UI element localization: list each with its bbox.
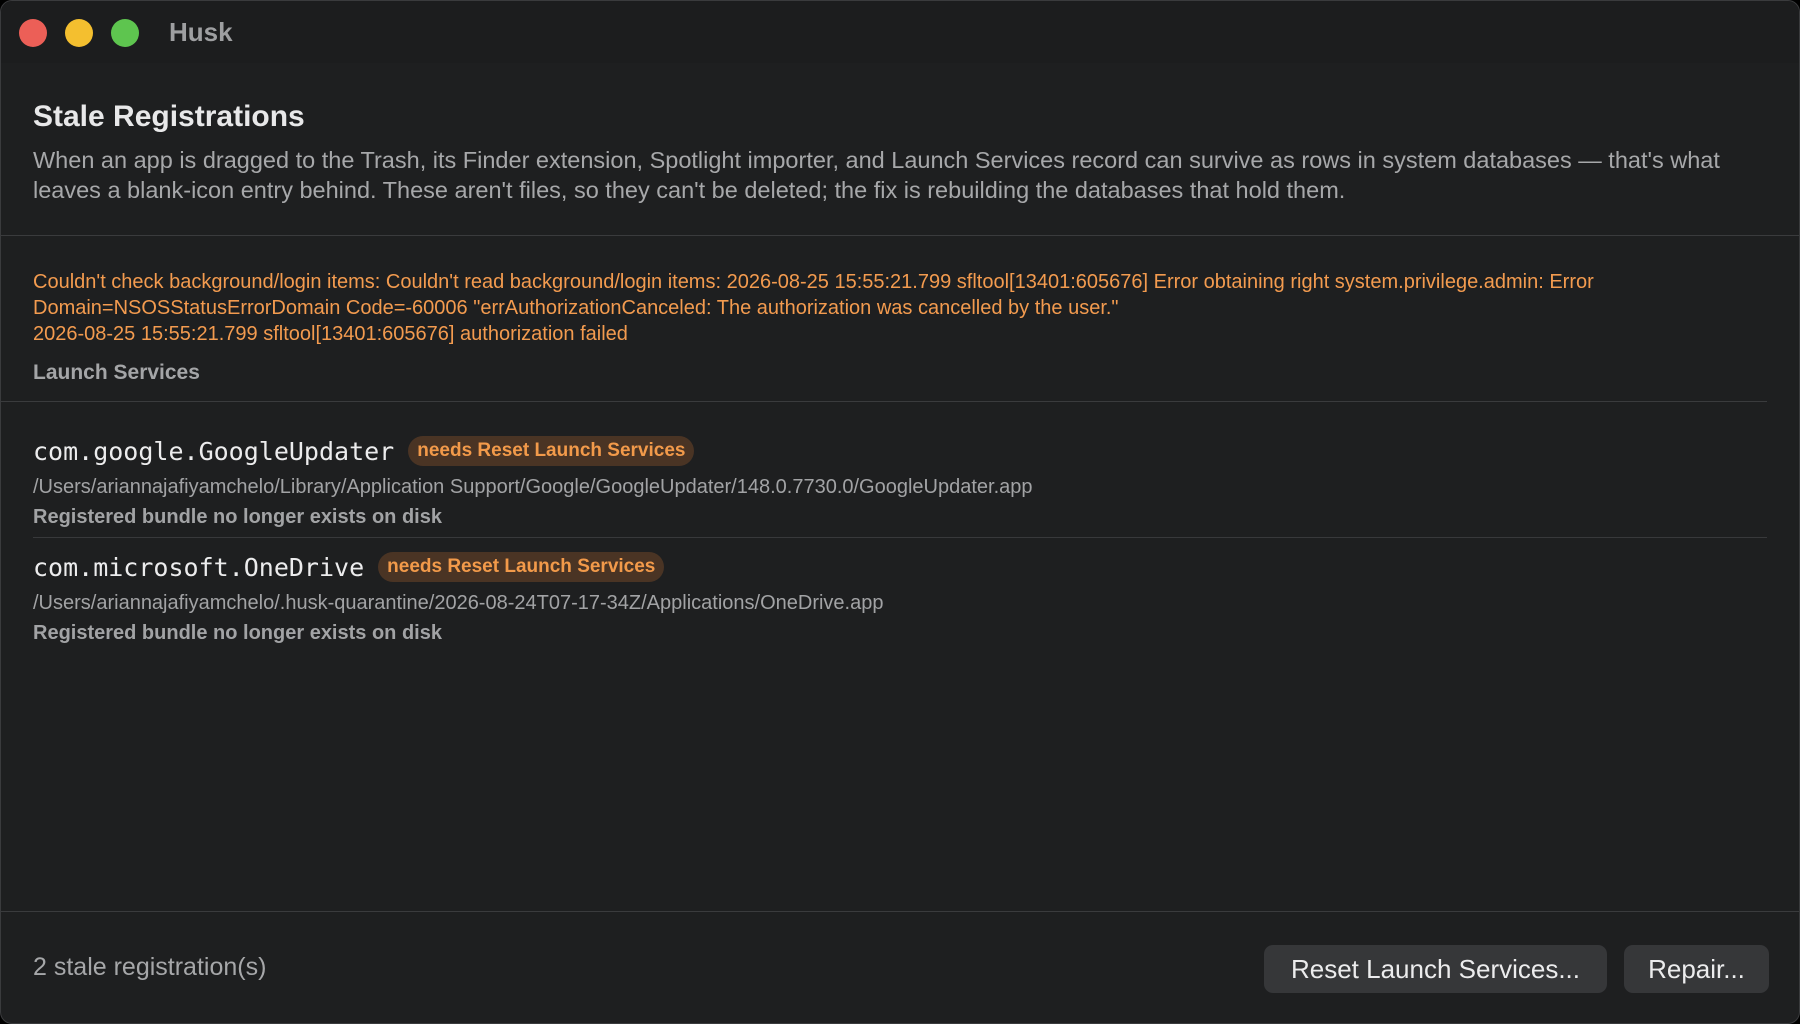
minimize-window-button[interactable]: [65, 19, 93, 47]
status-badge: needs Reset Launch Services: [378, 552, 665, 582]
page-header: Stale Registrations When an app is dragg…: [33, 97, 1767, 205]
window-title: Husk: [169, 17, 233, 47]
stale-count-label: 2 stale registration(s): [33, 953, 267, 981]
bundle-path: /Users/ariannajafiyamchelo/.husk-quarant…: [33, 592, 884, 614]
footer-divider: [1, 911, 1799, 912]
registration-row-header: com.google.GoogleUpdater needs Reset Lau…: [33, 434, 1767, 468]
close-window-button[interactable]: [19, 19, 47, 47]
registration-row[interactable]: com.microsoft.OneDrive needs Reset Launc…: [33, 550, 1767, 646]
registration-status: Registered bundle no longer exists on di…: [33, 622, 442, 644]
bundle-id: com.microsoft.OneDrive: [33, 552, 365, 582]
registration-status: Registered bundle no longer exists on di…: [33, 506, 442, 528]
status-badge: needs Reset Launch Services: [408, 436, 695, 466]
reset-launch-services-button[interactable]: Reset Launch Services...: [1264, 945, 1607, 993]
error-message: Couldn't check background/login items: C…: [33, 271, 1594, 345]
registration-row[interactable]: com.google.GoogleUpdater needs Reset Lau…: [33, 434, 1767, 530]
maximize-window-button[interactable]: [111, 19, 139, 47]
row-divider: [33, 537, 1767, 538]
header-divider: [1, 235, 1799, 236]
repair-button[interactable]: Repair...: [1624, 945, 1769, 993]
page-title: Stale Registrations: [33, 100, 305, 133]
section-divider: [1, 401, 1767, 402]
bundle-id: com.google.GoogleUpdater: [33, 436, 395, 466]
app-window: Husk Stale Registrations When an app is …: [0, 0, 1800, 1024]
section-label-launch-services: Launch Services: [33, 361, 200, 384]
page-description: When an app is dragged to the Trash, its…: [33, 147, 1720, 203]
title-bar: Husk: [1, 1, 1799, 63]
bundle-path: /Users/ariannajafiyamchelo/Library/Appli…: [33, 476, 1033, 498]
registration-row-header: com.microsoft.OneDrive needs Reset Launc…: [33, 550, 1767, 584]
